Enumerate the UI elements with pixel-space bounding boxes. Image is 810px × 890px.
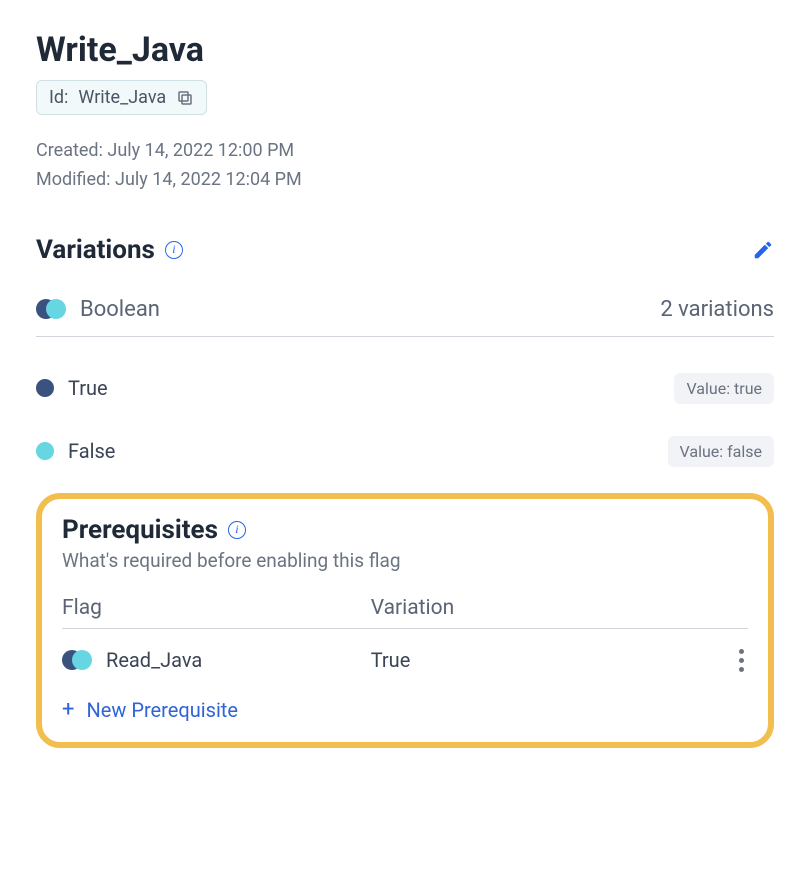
variation-item: True Value: true	[36, 357, 774, 420]
kebab-menu-icon[interactable]	[735, 645, 748, 676]
page-title: Write_Java	[36, 30, 774, 70]
prerequisite-row: Read_Java True	[62, 629, 748, 684]
variation-item: False Value: false	[36, 420, 774, 483]
prerequisite-variation: True	[371, 648, 680, 672]
variations-header: Variations i	[36, 235, 774, 265]
modified-line: Modified: July 14, 2022 12:04 PM	[36, 166, 774, 195]
created-label: Created:	[36, 140, 103, 161]
copy-icon[interactable]	[176, 89, 194, 107]
modified-value: July 14, 2022 12:04 PM	[115, 169, 302, 190]
variations-heading: Variations	[36, 235, 155, 265]
variation-type: Boolean	[80, 297, 160, 322]
variation-value-badge: Value: false	[668, 436, 774, 467]
meta-block: Created: July 14, 2022 12:00 PM Modified…	[36, 137, 774, 195]
new-prerequisite-button[interactable]: + New Prerequisite	[62, 698, 238, 722]
dot-icon	[36, 442, 54, 460]
dot-icon	[36, 379, 54, 397]
prerequisites-table-header: Flag Variation	[62, 596, 748, 629]
plus-icon: +	[62, 699, 74, 721]
variation-type-row: Boolean 2 variations	[36, 287, 774, 337]
edit-variations-button[interactable]	[752, 239, 774, 261]
variation-value-badge: Value: true	[674, 373, 774, 404]
id-label: Id:	[49, 87, 68, 108]
variation-count: 2 variations	[660, 297, 774, 322]
created-line: Created: July 14, 2022 12:00 PM	[36, 137, 774, 166]
prerequisite-flag-name: Read_Java	[106, 648, 202, 672]
variation-label: False	[68, 439, 115, 463]
variation-label: True	[68, 376, 108, 400]
prerequisites-heading: Prerequisites	[62, 515, 218, 545]
id-value: Write_Java	[78, 87, 166, 108]
new-prerequisite-label: New Prerequisite	[86, 698, 237, 722]
prerequisites-section: Prerequisites i What's required before e…	[36, 493, 774, 748]
boolean-icon	[62, 650, 92, 670]
created-value: July 14, 2022 12:00 PM	[107, 140, 294, 161]
id-chip[interactable]: Id: Write_Java	[36, 80, 207, 115]
col-header-flag: Flag	[62, 596, 371, 620]
info-icon[interactable]: i	[165, 241, 183, 259]
boolean-icon	[36, 299, 66, 319]
prerequisites-header: Prerequisites i	[62, 515, 748, 545]
modified-label: Modified:	[36, 169, 111, 190]
info-icon[interactable]: i	[228, 521, 246, 539]
prerequisites-subheading: What's required before enabling this fla…	[62, 549, 748, 572]
col-header-variation: Variation	[371, 596, 680, 620]
